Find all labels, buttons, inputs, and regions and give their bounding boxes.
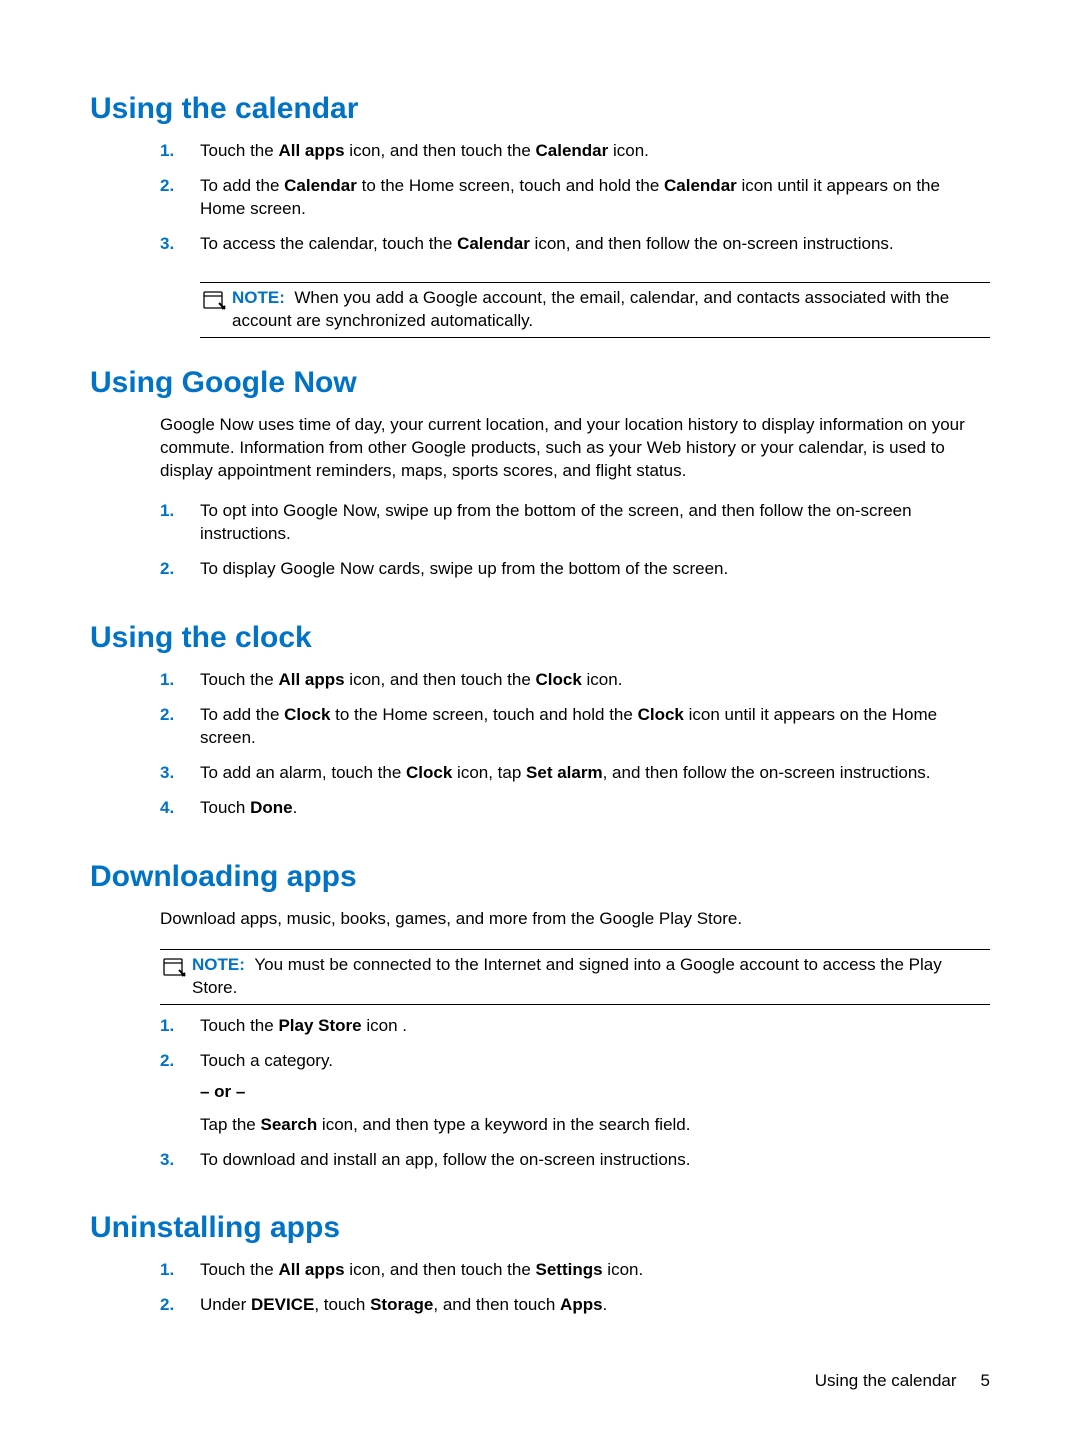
text: Under: [200, 1295, 251, 1314]
text: to the Home screen, touch and hold the: [330, 705, 637, 724]
text: Tap the: [200, 1115, 261, 1134]
text: icon, tap: [452, 763, 526, 782]
text: To add the: [200, 705, 284, 724]
text: , and then touch: [433, 1295, 560, 1314]
list-item: To add an alarm, touch the Clock icon, t…: [160, 762, 990, 797]
or-separator: – or –: [200, 1081, 990, 1104]
note-icon: [160, 955, 188, 979]
bold: Settings: [536, 1260, 603, 1279]
text: Touch the: [200, 1016, 278, 1035]
text: , touch: [314, 1295, 370, 1314]
list-item: To add the Calendar to the Home screen, …: [160, 175, 990, 233]
text: icon.: [608, 141, 649, 160]
text: icon, and then touch the: [345, 670, 536, 689]
bold: Clock: [638, 705, 684, 724]
list-item: Under DEVICE, touch Storage, and then to…: [160, 1294, 990, 1329]
list-item: To add the Clock to the Home screen, tou…: [160, 704, 990, 762]
text: Touch: [200, 798, 250, 817]
text: .: [293, 798, 298, 817]
list-item: Touch a category. – or – Tap the Search …: [160, 1050, 990, 1149]
list-item: To access the calendar, touch the Calend…: [160, 233, 990, 268]
text: icon, and then type a keyword in the sea…: [317, 1115, 690, 1134]
text: , and then follow the on-screen instruct…: [603, 763, 931, 782]
text: to the Home screen, touch and hold the: [357, 176, 664, 195]
bold: All apps: [278, 1260, 344, 1279]
note-body: NOTE: When you add a Google account, the…: [232, 287, 990, 333]
bold: DEVICE: [251, 1295, 314, 1314]
bold: Done: [250, 798, 293, 817]
text: icon .: [362, 1016, 407, 1035]
note-icon: [200, 288, 228, 312]
text: icon, and then touch the: [345, 141, 536, 160]
footer-title: Using the calendar: [815, 1371, 957, 1391]
download-steps: Touch the Play Store icon . Touch a cate…: [160, 1015, 990, 1184]
page-footer: Using the calendar 5: [815, 1371, 990, 1391]
list-item: Touch the All apps icon, and then touch …: [160, 1259, 990, 1294]
note-text: You must be connected to the Internet an…: [192, 955, 942, 997]
bold: Clock: [406, 763, 452, 782]
list-item: Touch the Play Store icon .: [160, 1015, 990, 1050]
bold: Apps: [560, 1295, 603, 1314]
bold: Calendar: [457, 234, 530, 253]
bold: Search: [261, 1115, 318, 1134]
bold: Calendar: [664, 176, 737, 195]
note-download: NOTE: You must be connected to the Inter…: [160, 949, 990, 1005]
bold: Calendar: [284, 176, 357, 195]
download-intro: Download apps, music, books, games, and …: [160, 908, 990, 931]
text: Touch the: [200, 1260, 278, 1279]
google-now-steps: To opt into Google Now, swipe up from th…: [160, 500, 990, 593]
list-item: Touch Done.: [160, 797, 990, 832]
list-item: To download and install an app, follow t…: [160, 1149, 990, 1184]
heading-clock: Using the clock: [90, 621, 990, 655]
note-text: When you add a Google account, the email…: [232, 288, 949, 330]
bold: Clock: [284, 705, 330, 724]
text: .: [603, 1295, 608, 1314]
heading-uninstall: Uninstalling apps: [90, 1211, 990, 1245]
list-item: Touch the All apps icon, and then touch …: [160, 669, 990, 704]
text: icon.: [603, 1260, 644, 1279]
bold: Set alarm: [526, 763, 603, 782]
text: To add an alarm, touch the: [200, 763, 406, 782]
bold: Clock: [536, 670, 582, 689]
list-item: Touch the All apps icon, and then touch …: [160, 140, 990, 175]
document-page: Using the calendar Touch the All apps ic…: [0, 0, 1080, 1437]
note-body: NOTE: You must be connected to the Inter…: [192, 954, 990, 1000]
text: Touch the: [200, 670, 278, 689]
bold: Play Store: [278, 1016, 361, 1035]
text: icon, and then touch the: [345, 1260, 536, 1279]
heading-calendar: Using the calendar: [90, 92, 990, 126]
text: icon, and then follow the on-screen inst…: [530, 234, 894, 253]
bold: All apps: [278, 670, 344, 689]
bold: All apps: [278, 141, 344, 160]
text: Touch the: [200, 141, 278, 160]
list-item: To opt into Google Now, swipe up from th…: [160, 500, 990, 558]
text: icon.: [582, 670, 623, 689]
google-now-intro: Google Now uses time of day, your curren…: [160, 414, 990, 483]
list-item: To display Google Now cards, swipe up fr…: [160, 558, 990, 593]
bold: Calendar: [536, 141, 609, 160]
text: To access the calendar, touch the: [200, 234, 457, 253]
uninstall-steps: Touch the All apps icon, and then touch …: [160, 1259, 990, 1329]
text: To add the: [200, 176, 284, 195]
text: Touch a category.: [200, 1050, 990, 1073]
note-label: NOTE:: [232, 288, 285, 307]
footer-page-number: 5: [981, 1371, 990, 1391]
sub-step: Tap the Search icon, and then type a key…: [200, 1114, 990, 1137]
clock-steps: Touch the All apps icon, and then touch …: [160, 669, 990, 832]
heading-google-now: Using Google Now: [90, 366, 990, 400]
calendar-steps: Touch the All apps icon, and then touch …: [160, 140, 990, 268]
bold: Storage: [370, 1295, 433, 1314]
note-calendar: NOTE: When you add a Google account, the…: [200, 282, 990, 338]
heading-download: Downloading apps: [90, 860, 990, 894]
note-label: NOTE:: [192, 955, 245, 974]
